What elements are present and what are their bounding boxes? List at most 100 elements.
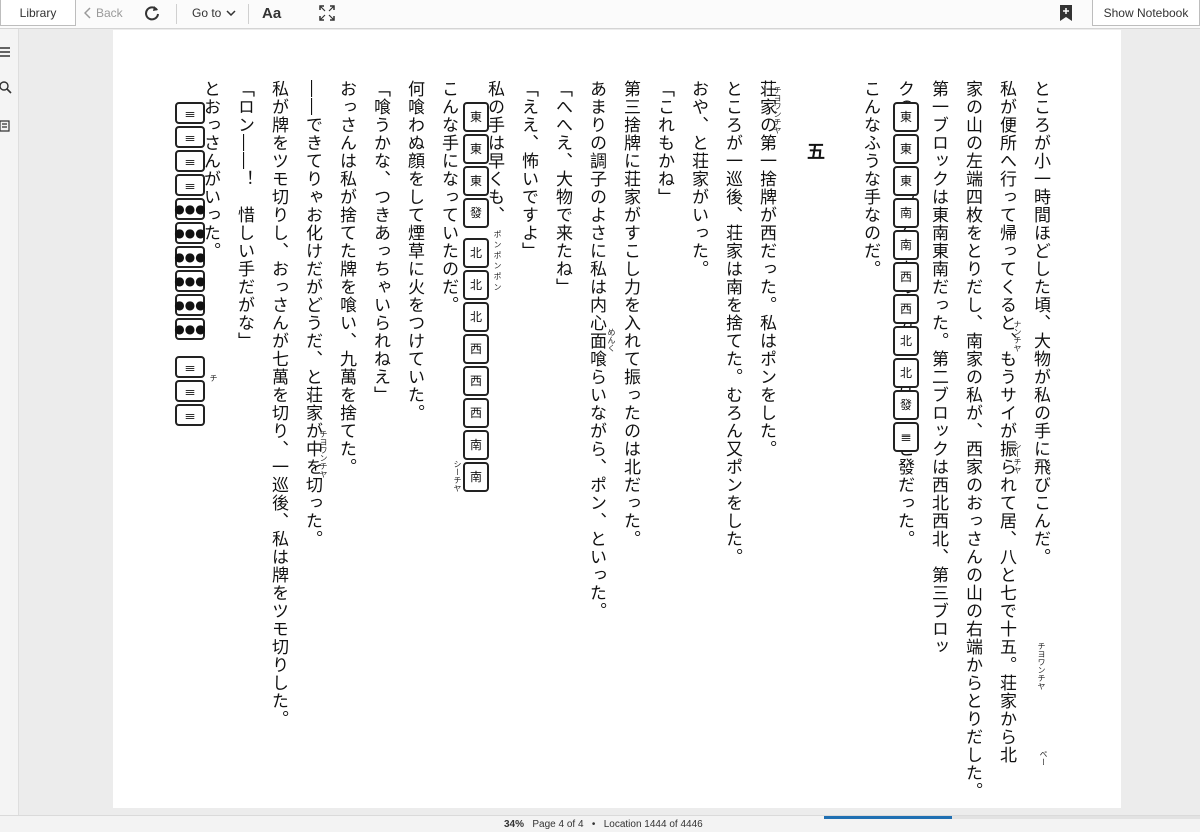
tile-west-icon: 西: [893, 262, 919, 292]
goto-label: Go to: [192, 6, 222, 20]
ruby-annotation: シーチヤ: [1013, 442, 1022, 474]
tile-north-icon: 北: [893, 358, 919, 388]
tile-east-icon: 東: [893, 166, 919, 196]
reading-progress-fill: [824, 816, 952, 819]
text-column: 「ええ、怖いですよ」: [518, 80, 538, 260]
text-column: 第三捨牌に荘家がすこし力を入れて振ったのは北だった。: [620, 80, 640, 548]
tile-bamboo-icon: 𝍢: [175, 126, 205, 148]
bookmark-add-icon: [1060, 5, 1072, 21]
tile-north-icon: 北: [893, 326, 919, 356]
library-button[interactable]: Library: [0, 0, 76, 26]
tile-circle-icon: ●●●: [174, 222, 206, 244]
show-notebook-button[interactable]: Show Notebook: [1092, 0, 1200, 26]
text-column: ところが小一時間ほどした頃、大物が私の手に飛びこんだ。: [1030, 80, 1050, 566]
text-column: こんなふうな手なのだ。: [860, 80, 880, 278]
sync-button[interactable]: [140, 0, 164, 26]
mahjong-winning-hand: 𝍢 𝍢 𝍢 𝍢 ●●● ●●● ●●● ●●● ●●● ●●● 𝍢 𝍢 𝍢: [174, 102, 206, 426]
tile-bamboo-icon: 𝍢: [175, 174, 205, 196]
tile-circle-icon: ●●●: [174, 270, 206, 292]
text-column: 何喰わぬ顔をして煙草に火をつけていた。: [404, 80, 424, 422]
fullscreen-button[interactable]: [316, 0, 338, 26]
menu-icon[interactable]: [0, 45, 14, 59]
tile-bamboo-icon: 𝍢: [175, 102, 205, 124]
text-column: おや、と荘家がいった。: [688, 80, 708, 278]
mahjong-hand-display: 東 東 東 發 北 北 北 西 西 西 南 南: [463, 102, 489, 492]
tile-west-icon: 西: [893, 294, 919, 324]
tile-east-icon: 東: [463, 134, 489, 164]
ruby-annotation: めんく: [607, 328, 616, 352]
ruby-annotation: シーチヤ: [453, 460, 462, 492]
tile-bamboo-icon: 𝍢: [175, 356, 205, 378]
tile-west-icon: 西: [463, 366, 489, 396]
text-column: ところが一巡後、荘家は南を捨てた。むろん又ポンをした。: [722, 80, 742, 566]
text-column: 「喰うかな、つきあっちゃいられねえ」: [370, 80, 390, 404]
text-column: こんな手になっていたのだ。: [438, 80, 458, 314]
side-tool-strip: [0, 29, 19, 815]
add-bookmark-button[interactable]: [1056, 0, 1076, 26]
tile-circle-icon: ●●●: [174, 294, 206, 316]
tile-south-icon: 南: [463, 462, 489, 492]
library-label: Library: [19, 5, 57, 20]
status-separator: •: [591, 819, 596, 830]
search-icon[interactable]: [0, 81, 14, 95]
ruby-annotation: ポ ン ポ ン ポ ン: [493, 230, 502, 291]
ruby-annotation: ナンチヤ: [1013, 320, 1022, 352]
tile-west-icon: 西: [463, 398, 489, 428]
tile-north-icon: 北: [463, 302, 489, 332]
toolbar-divider: [248, 4, 249, 24]
tile-circle-icon: ●●●: [174, 246, 206, 268]
tile-circle-icon: ●●●: [174, 198, 206, 220]
text-column: 荘家の第一捨牌が西だった。私はポンをした。: [756, 80, 776, 458]
font-settings-button[interactable]: Aa: [262, 0, 286, 26]
text-column: 家の山の左端四枚をとりだし、南家の私が、西家のおっさんの山の右端からとりだした。: [962, 80, 982, 800]
text-column: 「へへえ、大物で来たね」: [552, 80, 572, 296]
refresh-icon: [145, 6, 159, 21]
status-bar: 34% Page 4 of 4 • Location 1444 of 4446: [0, 815, 1200, 832]
ruby-annotation: チヨワンチヤ: [319, 430, 328, 478]
font-settings-label: Aa: [262, 4, 282, 22]
tile-south-icon: 南: [893, 230, 919, 260]
book-page: ところが小一時間ほどした頃、大物が私の手に飛びこんだ。 私が便所へ行って帰ってく…: [113, 30, 1121, 808]
reading-progress-bar[interactable]: [824, 816, 1200, 819]
tile-east-icon: 東: [893, 134, 919, 164]
text-column: 私が牌をツモ切りし、おっさんが七萬を切り、一巡後、私は牌をツモ切りした。: [268, 80, 288, 728]
tile-green-dragon-icon: 發: [463, 198, 489, 228]
back-label: Back: [96, 6, 123, 20]
tile-bamboo-icon: 𝍢: [175, 150, 205, 172]
mahjong-hand-display: 東 東 東 南 南 西 西 北 北 發 𝍣: [893, 102, 919, 452]
text-column: 「ロン――！ 惜しい手だがな」: [234, 80, 254, 350]
status-text: 34% Page 4 of 4 • Location 1444 of 4446: [504, 819, 703, 830]
ruby-annotation: ペー: [1039, 750, 1048, 766]
tile-north-icon: 北: [463, 270, 489, 300]
tile-bamboo-icon: 𝍢: [175, 404, 205, 426]
page-indicator: Page 4 of 4: [532, 819, 584, 830]
text-column: 第一ブロックは東南東南だった。第二ブロックは西北西北、第三ブロッ: [928, 80, 948, 656]
tile-north-icon: 北: [463, 238, 489, 268]
location-indicator: Location 1444 of 4446: [603, 819, 703, 830]
tile-south-icon: 南: [463, 430, 489, 460]
tile-bamboo-icon: 𝍢: [175, 380, 205, 402]
fullscreen-icon: [319, 5, 335, 21]
tile-west-icon: 西: [463, 334, 489, 364]
ruby-annotation: チ: [209, 374, 218, 382]
chapter-heading: 五: [807, 142, 825, 163]
chevron-left-icon: [84, 7, 91, 19]
text-column: 私が便所へ行って帰ってくると、もうサイが振られて居、八と七で十五。荘家から北: [996, 80, 1016, 764]
back-button[interactable]: Back: [84, 0, 126, 26]
tile-circle-icon: ●●●: [174, 318, 206, 340]
reader-toolbar: Library Back Go to Aa Show Notebook: [0, 0, 1200, 29]
tile-east-icon: 東: [463, 102, 489, 132]
tile-green-dragon-icon: 發: [893, 390, 919, 420]
tile-east-icon: 東: [893, 102, 919, 132]
ruby-annotation: チヨワンチヤ: [1037, 642, 1046, 690]
percent-read: 34%: [504, 819, 525, 830]
tile-east-icon: 東: [463, 166, 489, 196]
chevron-down-icon: [226, 10, 236, 16]
text-column: 「これもかね」: [654, 80, 674, 206]
show-notebook-label: Show Notebook: [1103, 5, 1189, 20]
tile-bamboo-icon: 𝍣: [893, 422, 919, 452]
notes-icon[interactable]: [0, 119, 14, 133]
tile-south-icon: 南: [893, 198, 919, 228]
goto-menu-button[interactable]: Go to: [192, 0, 242, 26]
text-column: おっさんは私が捨てた牌を喰い、九萬を捨てた。: [336, 80, 356, 476]
